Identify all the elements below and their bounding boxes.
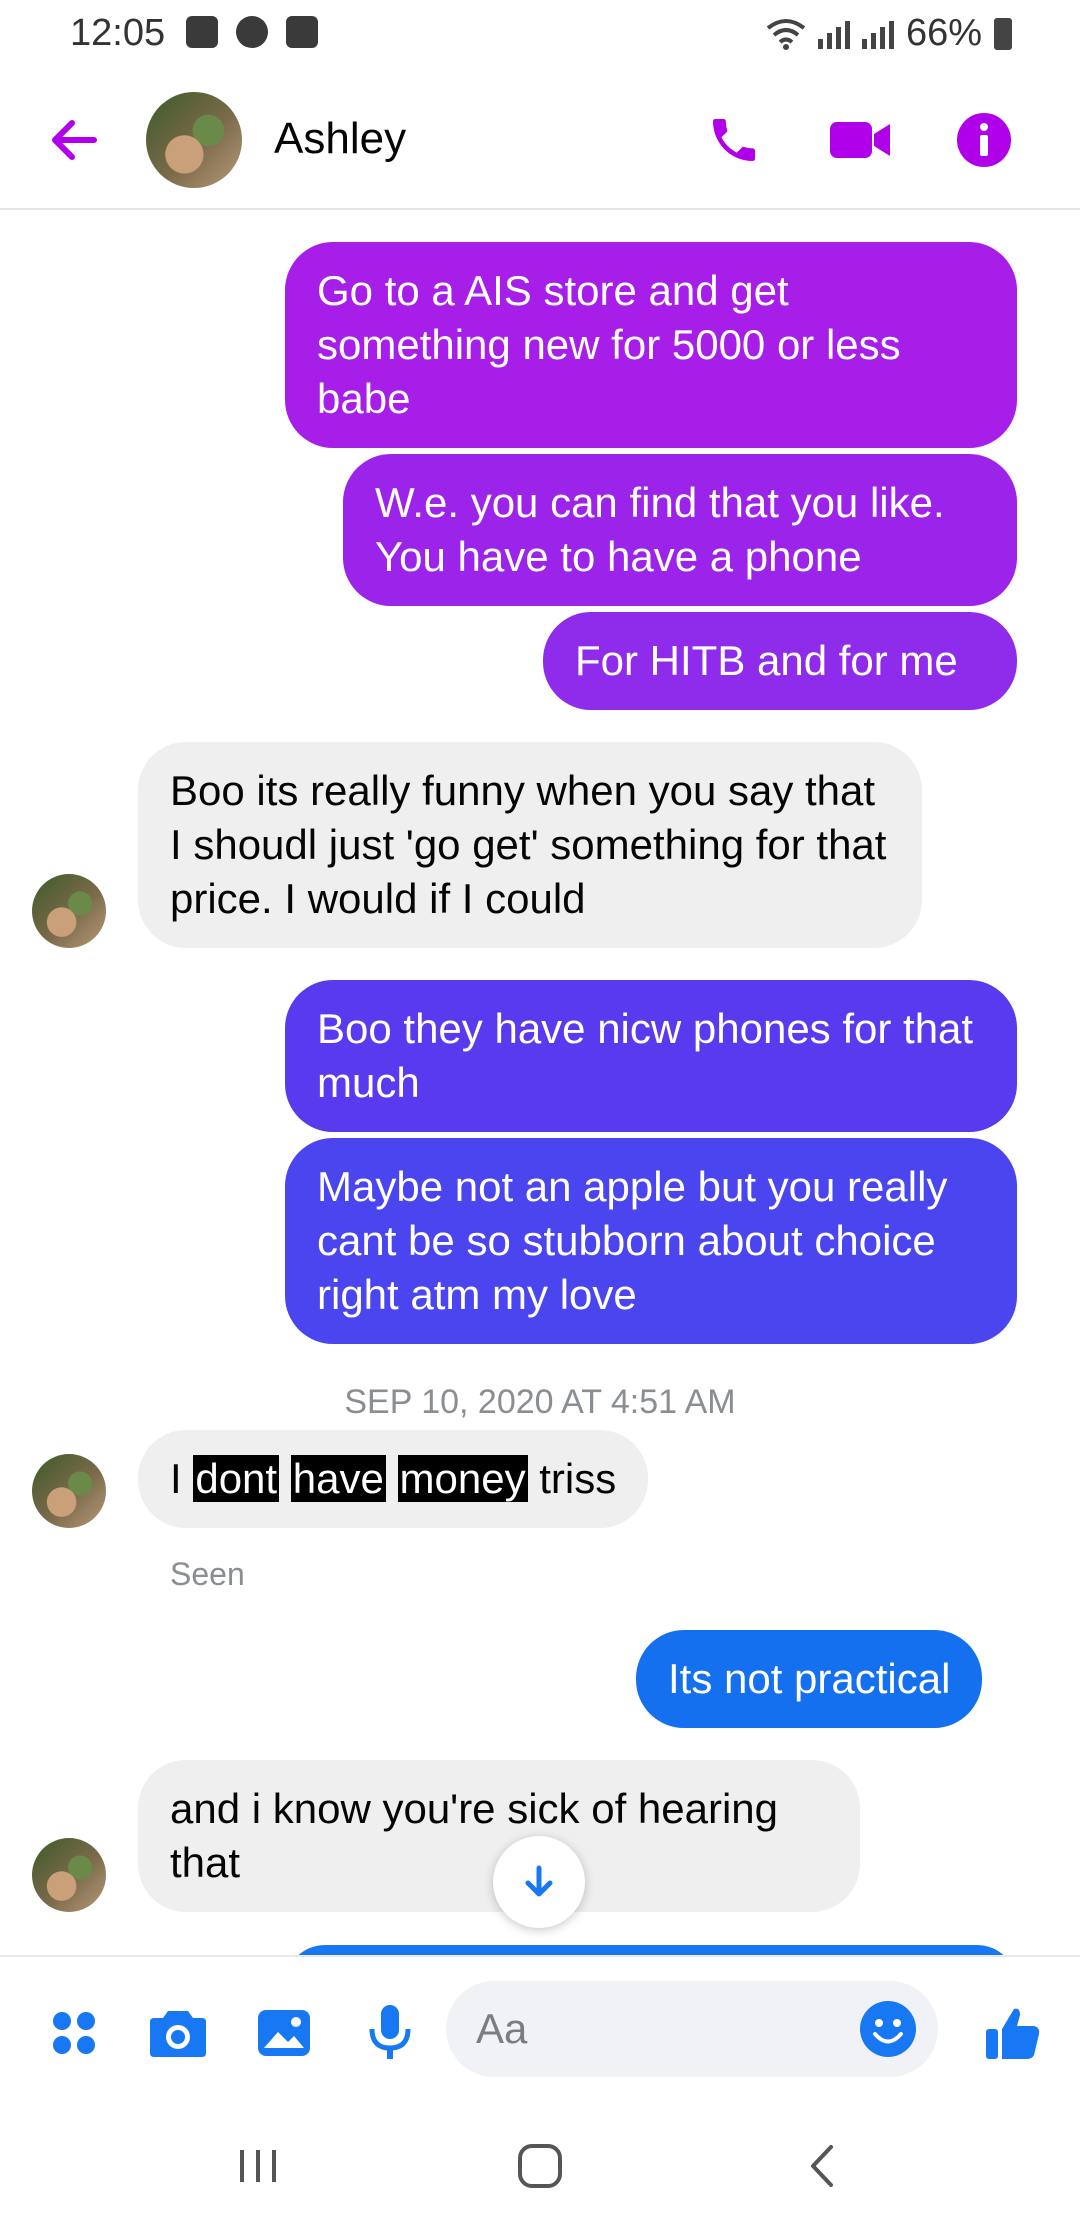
highlighted-word: dont — [193, 1455, 280, 1502]
arrow-down-icon — [525, 1865, 553, 1897]
message-incoming[interactable]: Boo its really funny when you say that I… — [138, 742, 922, 948]
back-nav-icon — [811, 2145, 833, 2187]
status-right: 66% — [766, 12, 1012, 55]
contact-avatar-small — [32, 1838, 106, 1912]
system-nav-bar — [0, 2105, 1080, 2220]
camera-icon — [150, 2011, 206, 2057]
clock-notification-icon — [286, 16, 318, 48]
status-bar: 12:05 66% — [0, 0, 1080, 70]
gallery-icon — [258, 2010, 310, 2056]
voice-call-button[interactable] — [700, 106, 768, 174]
phone-icon — [713, 119, 755, 161]
battery-percent: 66% — [905, 12, 982, 54]
video-camera-icon — [830, 122, 890, 158]
home-icon — [518, 2144, 562, 2188]
home-button[interactable] — [510, 2141, 570, 2191]
signal-icon — [817, 19, 850, 49]
info-icon — [957, 113, 1011, 167]
thumbs-up-icon — [986, 2008, 1040, 2059]
message-input[interactable] — [476, 2001, 836, 2057]
apps-icon — [53, 2012, 95, 2054]
message-input-box[interactable] — [446, 1981, 938, 2077]
gallery-notification-icon — [186, 16, 218, 48]
apps-button[interactable] — [42, 2001, 106, 2065]
contact-avatar-small — [32, 874, 106, 948]
message-outgoing[interactable]: Go to a AIS store and get something new … — [285, 242, 1017, 448]
thumbs-up-button[interactable] — [980, 2001, 1044, 2065]
message-outgoing[interactable]: Boo they have nicw phones for that much — [285, 980, 1017, 1132]
message-outgoing[interactable]: W.e. you can find that you like. You hav… — [343, 454, 1017, 606]
contact-avatar-small — [32, 1454, 106, 1528]
gallery-button[interactable] — [252, 2001, 316, 2065]
back-nav-button[interactable] — [792, 2141, 852, 2191]
highlighted-word: money — [397, 1455, 528, 1502]
notification-icons — [186, 16, 318, 48]
message-outgoing[interactable]: Its not practical — [636, 1630, 983, 1728]
message-incoming[interactable]: I dont have money triss — [138, 1430, 649, 1528]
battery-icon — [994, 17, 1012, 50]
highlighted-word: have — [290, 1455, 386, 1502]
message-word: I — [170, 1455, 182, 1502]
account-notification-icon — [236, 16, 268, 48]
recents-icon — [240, 2150, 276, 2182]
contact-name[interactable]: Ashley — [274, 114, 406, 164]
conversation-header: Ashley — [0, 70, 1080, 210]
message-outgoing[interactable]: Maybe not an apple but you really cant b… — [285, 1138, 1017, 1344]
microphone-icon — [369, 2005, 411, 2059]
recents-button[interactable] — [228, 2141, 288, 2191]
conversation-info-button[interactable] — [950, 106, 1018, 174]
emoji-icon[interactable] — [858, 1999, 918, 2059]
seen-indicator: Seen — [170, 1556, 245, 1592]
message-composer — [0, 1955, 1080, 2105]
message-outgoing[interactable]: For HITB and for me — [543, 612, 1017, 710]
message-timestamp: SEP 10, 2020 AT 4:51 AM — [344, 1383, 736, 1421]
message-word: triss — [539, 1455, 617, 1502]
signal-icon-2 — [861, 19, 894, 49]
back-button[interactable] — [44, 110, 104, 170]
camera-button[interactable] — [146, 2001, 210, 2065]
scroll-to-bottom-button[interactable] — [493, 1836, 585, 1928]
status-time: 12:05 — [70, 12, 166, 54]
wifi-icon — [766, 18, 806, 50]
contact-avatar[interactable] — [146, 92, 242, 188]
voice-message-button[interactable] — [358, 2001, 422, 2065]
back-arrow-icon — [52, 120, 97, 160]
video-call-button[interactable] — [826, 106, 894, 174]
